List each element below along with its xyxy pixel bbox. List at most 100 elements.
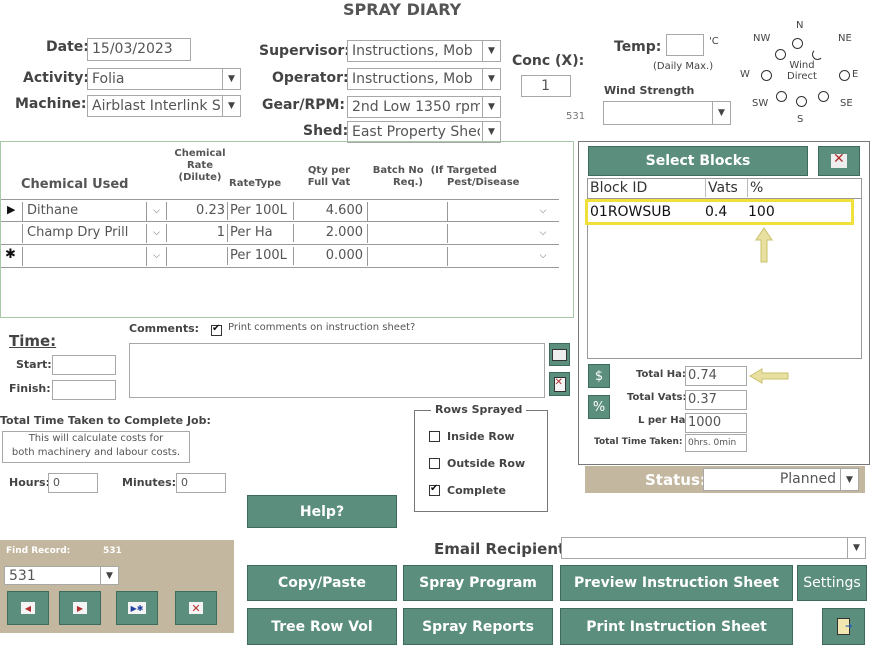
- rows-sprayed-title: Rows Sprayed: [431, 403, 527, 416]
- help-button[interactable]: Help?: [247, 495, 397, 528]
- block-row-highlight[interactable]: 01ROWSUB 0.4 100: [585, 199, 854, 225]
- chevron-down-icon[interactable]: ▼: [482, 97, 500, 117]
- chevron-down-icon[interactable]: ▼: [482, 41, 500, 61]
- delete-record-button[interactable]: ✕: [175, 591, 217, 625]
- delete-blocks-button[interactable]: ✕: [818, 146, 860, 176]
- spellcheck-button[interactable]: [549, 343, 570, 366]
- chevron-down-icon[interactable]: ▼: [712, 102, 730, 124]
- clear-comments-button[interactable]: ✕: [549, 372, 570, 396]
- chevron-down-icon[interactable]: ⌵: [146, 247, 166, 266]
- chevron-down-icon[interactable]: ⌵: [146, 224, 166, 243]
- radio-sw[interactable]: [776, 91, 787, 102]
- blocks-header-id: Block ID: [590, 180, 648, 196]
- inside-row-checkbox[interactable]: [429, 431, 440, 442]
- radio-se[interactable]: [818, 91, 829, 102]
- select-blocks-button[interactable]: Select Blocks: [588, 146, 808, 176]
- comments-field[interactable]: [129, 343, 545, 398]
- email-select[interactable]: ▼: [561, 537, 866, 559]
- inside-row-label: Inside Row: [447, 430, 515, 443]
- settings-button[interactable]: Settings: [797, 565, 867, 601]
- machine-select[interactable]: Airblast Interlink Sp ▼: [87, 95, 241, 117]
- total-vats-field[interactable]: 0.37: [685, 390, 747, 410]
- cell-rate[interactable]: 1: [166, 224, 227, 242]
- cell-qty[interactable]: 0.000: [293, 247, 367, 265]
- dollar-button[interactable]: $: [588, 364, 610, 388]
- temp-field[interactable]: [666, 34, 704, 56]
- chevron-down-icon[interactable]: ⌵: [146, 202, 166, 221]
- status-label: Status:: [645, 471, 706, 489]
- cell-chemical[interactable]: Dithane: [22, 202, 146, 221]
- machine-label: Machine:: [15, 96, 87, 112]
- cell-rate[interactable]: 0.23: [166, 202, 227, 220]
- date-field[interactable]: 15/03/2023: [87, 38, 191, 61]
- tree-row-vol-button[interactable]: Tree Row Vol: [247, 608, 397, 645]
- cell-batch[interactable]: [367, 224, 447, 243]
- table-row-new[interactable]: ✱ ⌵ Per 100L 0.000 ⌵: [1, 245, 559, 268]
- cell-batch[interactable]: [367, 202, 447, 221]
- gear-select[interactable]: 2nd Low 1350 rpm ▼: [347, 96, 501, 118]
- cell-ratetype[interactable]: Per Ha: [227, 224, 293, 242]
- chevron-down-icon[interactable]: ▼: [222, 69, 240, 89]
- total-ha-field[interactable]: 0.74: [685, 366, 747, 386]
- table-row[interactable]: ▶ Dithane ⌵ 0.23 Per 100L 4.600 ⌵: [1, 199, 559, 222]
- print-comments-checkbox[interactable]: [211, 323, 222, 336]
- blocks-header-pct: %: [747, 179, 763, 197]
- chevron-down-icon[interactable]: ▼: [482, 122, 500, 142]
- radio-nw[interactable]: [775, 49, 786, 60]
- total-time-field: 0hrs. 0min: [685, 434, 747, 452]
- print-instruction-button[interactable]: Print Instruction Sheet: [560, 608, 793, 645]
- spray-program-button[interactable]: Spray Program: [403, 565, 553, 601]
- chevron-down-icon[interactable]: ▼: [222, 96, 240, 116]
- conc-field[interactable]: 1: [521, 75, 571, 97]
- cell-batch[interactable]: [367, 247, 447, 266]
- radio-n[interactable]: [792, 38, 803, 49]
- spray-reports-button[interactable]: Spray Reports: [403, 608, 553, 645]
- radio-ne[interactable]: [812, 49, 823, 60]
- supervisor-select[interactable]: Instructions, Mob ▼: [347, 40, 501, 62]
- minutes-field[interactable]: 0: [176, 473, 226, 493]
- cell-ratetype[interactable]: Per 100L: [227, 247, 293, 265]
- find-record-select[interactable]: 531 ▼: [4, 566, 119, 585]
- radio-e[interactable]: [839, 70, 850, 81]
- chevron-down-icon[interactable]: ⌵: [533, 202, 553, 221]
- radio-w[interactable]: [761, 70, 772, 81]
- cell-chemical[interactable]: Champ Dry Prill: [22, 224, 146, 243]
- header-pest: Targeted Pest/Disease: [447, 165, 520, 188]
- preview-instruction-button[interactable]: Preview Instruction Sheet: [560, 565, 793, 601]
- lperha-field[interactable]: 1000: [685, 413, 747, 433]
- blocks-list[interactable]: Block ID Vats % 01ROWSUB 0.4 100: [585, 178, 862, 359]
- complete-checkbox[interactable]: [429, 483, 440, 496]
- cell-qty[interactable]: 2.000: [293, 224, 367, 242]
- new-record-button[interactable]: ▶✱: [116, 591, 158, 625]
- shed-select[interactable]: East Property Shed ▼: [347, 121, 501, 143]
- wind-strength-select[interactable]: ▼: [603, 101, 731, 125]
- temp-note: (Daily Max.): [653, 61, 714, 72]
- start-field[interactable]: [52, 355, 116, 375]
- rows-sprayed-group: Rows Sprayed Inside Row Outside Row Comp…: [414, 403, 548, 512]
- chevron-down-icon[interactable]: ⌵: [533, 224, 553, 243]
- total-ha-label: Total Ha:: [636, 369, 686, 380]
- chevron-down-icon[interactable]: ▼: [100, 567, 118, 584]
- hours-field[interactable]: 0: [48, 473, 98, 493]
- chevron-down-icon[interactable]: ⌵: [533, 247, 553, 266]
- exit-button[interactable]: ➜: [822, 608, 865, 645]
- activity-select[interactable]: Folia ▼: [87, 68, 241, 90]
- cell-rate[interactable]: [166, 247, 227, 266]
- chevron-down-icon[interactable]: ▼: [847, 538, 865, 558]
- table-row[interactable]: Champ Dry Prill ⌵ 1 Per Ha 2.000 ⌵: [1, 222, 559, 245]
- cell-qty[interactable]: 4.600: [293, 202, 367, 220]
- outside-row-checkbox[interactable]: [429, 458, 440, 469]
- status-select[interactable]: Planned ▼: [703, 468, 859, 491]
- cell-chemical[interactable]: [22, 247, 146, 266]
- chevron-down-icon[interactable]: ▼: [840, 469, 858, 490]
- percent-button[interactable]: %: [588, 395, 610, 419]
- operator-select[interactable]: Instructions, Mob ▼: [347, 68, 501, 90]
- radio-s[interactable]: [796, 96, 807, 107]
- finish-field[interactable]: [52, 380, 116, 400]
- cell-ratetype[interactable]: Per 100L: [227, 202, 293, 220]
- copy-paste-button[interactable]: Copy/Paste: [247, 565, 397, 601]
- next-record-button[interactable]: ▶: [59, 591, 101, 625]
- chevron-down-icon[interactable]: ▼: [482, 69, 500, 89]
- first-record-button[interactable]: ◀: [7, 591, 49, 625]
- find-record-label: Find Record:: [6, 546, 71, 556]
